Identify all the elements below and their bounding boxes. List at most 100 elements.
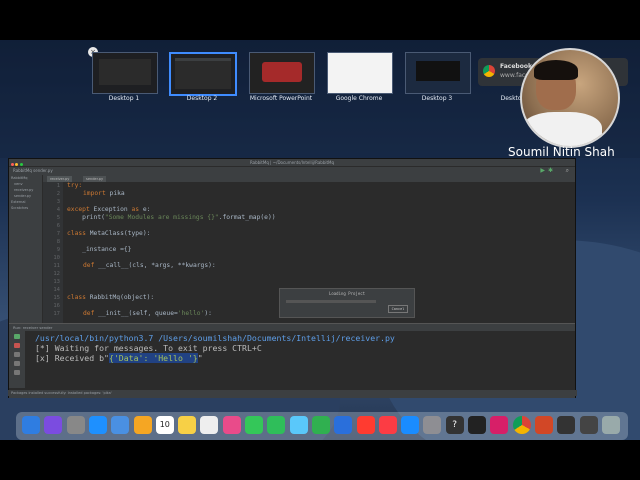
screens-icon[interactable] — [579, 416, 598, 434]
notes-icon[interactable] — [178, 416, 197, 434]
run-console-output[interactable]: /usr/local/bin/python3.7 /Users/soumilsh… — [35, 333, 395, 363]
line-number: 12 — [53, 271, 60, 277]
calendar-icon[interactable]: 10 — [155, 416, 174, 434]
close-window-icon[interactable] — [11, 163, 14, 166]
reminders-icon[interactable] — [200, 416, 219, 434]
code-line: def __init__(self, queue='hello'): — [83, 310, 212, 317]
project-tool-window: RabbitMq venv receiver.py sender.py Exte… — [9, 175, 43, 323]
code-line: except Exception as e: — [67, 206, 150, 213]
space-thumb-desktop-2[interactable] — [169, 52, 237, 96]
console-command: /usr/local/bin/python3.7 /Users/soumilsh… — [35, 333, 395, 343]
line-number: 11 — [53, 263, 60, 269]
line-number: 3 — [56, 199, 60, 205]
zoom-window-icon[interactable] — [19, 163, 23, 166]
code-keyword: def — [83, 310, 95, 317]
siri-icon[interactable] — [44, 416, 63, 434]
chrome-icon — [483, 65, 495, 77]
line-number: 13 — [53, 279, 60, 285]
search-icon[interactable]: ⌕ — [566, 167, 569, 175]
minimize-window-icon[interactable] — [15, 163, 19, 166]
scroll-end-icon[interactable] — [14, 361, 20, 366]
finder-icon[interactable] — [22, 416, 40, 434]
keynote-icon[interactable] — [334, 416, 353, 434]
loading-progress-bar — [286, 300, 376, 303]
ide-title: RabbitMq | ~/Documents/Intellij/RabbitMq — [249, 160, 335, 165]
stop-icon[interactable] — [14, 343, 20, 348]
intellij-icon[interactable] — [490, 416, 509, 434]
line-number: 10 — [53, 255, 60, 261]
space-thumb-desktop-3[interactable] — [405, 52, 471, 94]
code-keyword: except — [67, 206, 90, 213]
settings-icon[interactable] — [423, 416, 442, 434]
code-keyword: def — [83, 262, 95, 269]
code-text: ): — [204, 310, 212, 317]
code-line: def __call__(cls, *args, **kwargs): — [83, 262, 216, 269]
space-label: Google Chrome — [335, 95, 383, 102]
facebook-card-title: Facebook — [500, 63, 532, 70]
code-line: class MetaClass(type): — [67, 230, 150, 237]
messages-icon[interactable] — [245, 416, 263, 434]
obs-icon[interactable] — [557, 416, 576, 434]
console-line-suffix: " — [197, 353, 203, 363]
line-number: 9 — [56, 247, 60, 253]
ide-toolbar: RabbitMq sender.py ▶ ✱ ⌕ — [9, 166, 575, 175]
cancel-button[interactable]: Cancel — [388, 305, 408, 313]
rerun-icon[interactable] — [14, 334, 20, 339]
space-thumb-powerpoint[interactable] — [249, 52, 315, 94]
code-line: try: — [67, 182, 83, 189]
presenter-name: Soumil Nitin Shah — [508, 145, 615, 159]
code-string: 'hello' — [177, 310, 205, 317]
line-number: 15 — [53, 295, 60, 301]
maps-icon[interactable] — [289, 416, 308, 434]
launchpad-icon[interactable] — [66, 416, 85, 434]
code-text: MetaClass(type): — [85, 230, 151, 237]
photos2-icon[interactable] — [222, 416, 241, 434]
numbers-icon[interactable] — [311, 416, 330, 434]
terminal-icon[interactable] — [468, 416, 486, 434]
space-thumb-desktop-1[interactable] — [92, 52, 158, 94]
code-line: class RabbitMq(object): — [67, 294, 154, 301]
space-label: Microsoft PowerPoint — [249, 95, 313, 102]
webcam-hair — [534, 60, 578, 80]
code-text: .format_map(e)) — [218, 214, 276, 221]
print-icon[interactable] — [14, 370, 20, 375]
webcam-shirt — [522, 112, 602, 146]
line-number: 8 — [56, 239, 60, 245]
news-icon[interactable] — [356, 416, 375, 434]
traffic-lights[interactable] — [11, 161, 23, 168]
code-line: import pika — [83, 190, 125, 197]
top-letterbox — [0, 0, 640, 40]
appstore-icon[interactable] — [401, 416, 420, 434]
line-number: 5 — [56, 215, 60, 221]
chrome-icon[interactable] — [512, 416, 531, 434]
console-line: [*] Waiting for messages. To exit press … — [35, 343, 262, 353]
breadcrumb[interactable]: RabbitMq sender.py — [13, 168, 53, 173]
code-text: RabbitMq(object): — [85, 294, 155, 301]
code-keyword: class — [67, 294, 86, 301]
code-text: __call__(cls, *args, **kwargs): — [94, 262, 216, 269]
debug-icon[interactable]: ✱ — [548, 167, 553, 175]
code-keyword: import — [83, 190, 106, 197]
music-icon[interactable] — [378, 416, 397, 434]
powerpoint-icon[interactable] — [534, 416, 553, 434]
facetime-icon[interactable] — [267, 416, 286, 434]
run-tabs[interactable]: Run: receiver sender — [9, 324, 575, 331]
space-thumb-chrome[interactable] — [327, 52, 393, 94]
run-icon[interactable]: ▶ — [540, 167, 545, 175]
photos-icon[interactable] — [133, 416, 152, 434]
line-number: 4 — [56, 207, 60, 213]
line-number-gutter: 1 2 3 4 5 6 7 8 9 10 11 12 13 14 15 16 1… — [43, 182, 63, 323]
line-number: 14 — [53, 287, 60, 293]
code-text: __init__(self, queue= — [94, 310, 178, 317]
code-editor[interactable]: try: import pika except Exception as e: … — [65, 182, 569, 323]
pause-icon[interactable] — [14, 352, 20, 357]
help-icon[interactable]: ? — [445, 416, 464, 434]
run-side-toolbar — [9, 331, 25, 388]
project-item[interactable]: Scratches — [9, 205, 42, 211]
line-number: 2 — [56, 191, 60, 197]
trash-icon[interactable] — [601, 416, 620, 434]
safari-icon[interactable] — [88, 416, 107, 434]
ide-status-bar: Packages installed successfully: Install… — [8, 390, 577, 396]
presenter-webcam — [520, 48, 620, 148]
mail-icon[interactable] — [111, 416, 130, 434]
